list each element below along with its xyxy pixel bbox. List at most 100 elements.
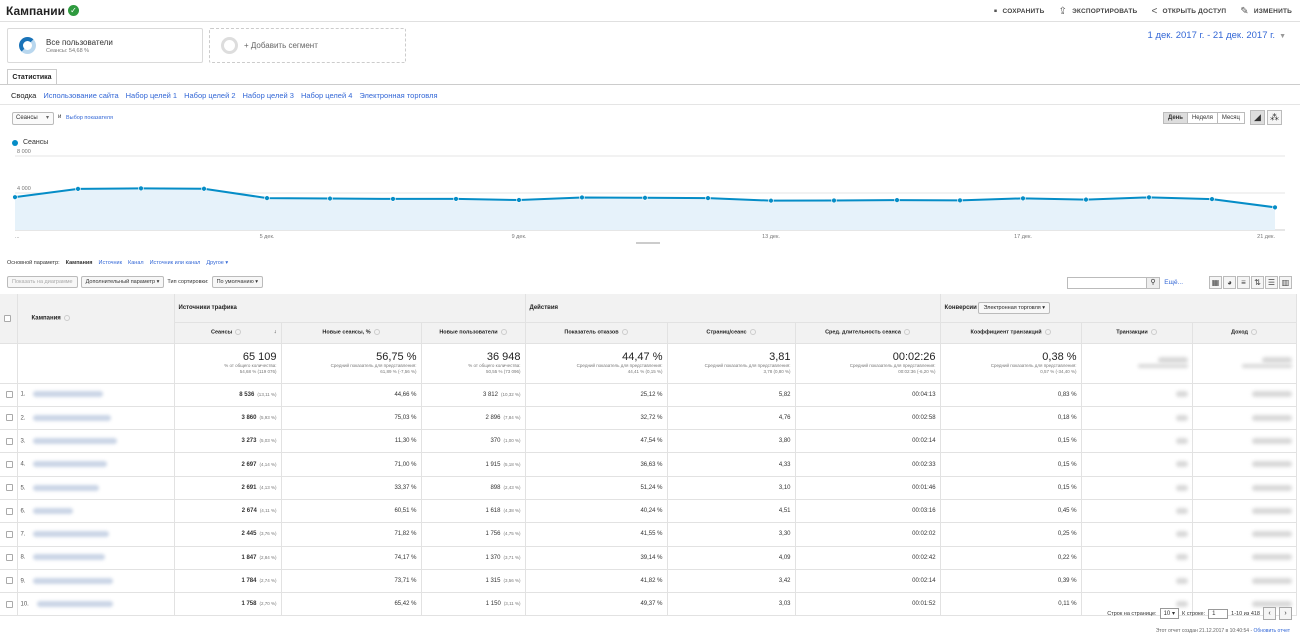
subtab-goal-set-2[interactable]: Набор целей 2 xyxy=(184,91,235,100)
share-button[interactable]: < ОТКРЫТЬ ДОСТУП xyxy=(1151,6,1226,17)
campaign-name-redacted[interactable] xyxy=(33,554,106,561)
subtab-goal-set-3[interactable]: Набор целей 3 xyxy=(243,91,294,100)
table-row: 5. 2 691 (4,13 %) 33,37 % 898 (2,43 %) 51,… xyxy=(0,476,1297,500)
dim-other[interactable]: Другое ▾ xyxy=(206,260,228,266)
subtab-summary[interactable]: Сводка xyxy=(11,91,36,100)
comparison-view-icon[interactable]: ⇅ xyxy=(1251,276,1264,289)
campaign-name-redacted[interactable] xyxy=(33,391,104,398)
search-icon[interactable]: ⚲ xyxy=(1146,277,1160,289)
row-checkbox[interactable] xyxy=(5,600,13,608)
totals-detail: 61,89 % (-7,56 %) xyxy=(380,369,417,374)
row-checkbox[interactable] xyxy=(5,554,13,562)
col-pages-per-session[interactable]: Страниц/сеанс xyxy=(667,322,796,344)
row-checkbox[interactable] xyxy=(5,484,13,492)
row-checkbox[interactable] xyxy=(5,530,13,538)
metric-select[interactable]: Сеансы xyxy=(12,112,54,125)
new-users-share: (1,00 %) xyxy=(503,438,521,444)
totals-detail: 00:02:36 (-6,20 %) xyxy=(898,369,936,374)
col-new-sessions[interactable]: Новые сеансы, % xyxy=(281,322,422,344)
performance-view-icon[interactable]: ≡ xyxy=(1237,276,1250,289)
row-checkbox[interactable] xyxy=(5,437,13,445)
campaign-name-redacted[interactable] xyxy=(33,414,112,421)
totals-value: 3,81 xyxy=(769,351,791,363)
conversion-type-select[interactable]: Электронная торговля ▾ xyxy=(978,301,1051,314)
campaign-name-redacted[interactable] xyxy=(33,484,100,491)
row-number: 3. xyxy=(20,438,26,445)
line-chart-icon[interactable]: ◢ xyxy=(1250,110,1265,125)
subtab-ecommerce[interactable]: Электронная торговля xyxy=(359,91,437,100)
row-checkbox[interactable] xyxy=(5,577,13,585)
col-transactions[interactable]: Транзакции xyxy=(1081,322,1193,344)
advanced-filter-link[interactable]: Ещё... xyxy=(1164,279,1183,286)
pivot-view-icon[interactable]: ▥ xyxy=(1279,276,1292,289)
dim-source[interactable]: Источник xyxy=(99,260,122,266)
totals-cell: 65 109 % от общего количества: 54,68 % (… xyxy=(174,343,282,384)
campaign-name-redacted[interactable] xyxy=(33,461,108,468)
pie-view-icon[interactable]: ◕ xyxy=(1223,276,1236,289)
campaign-name-redacted[interactable] xyxy=(33,577,114,584)
col-revenue[interactable]: Доход xyxy=(1192,322,1297,344)
sort-type-select[interactable]: По умолчанию ▾ xyxy=(211,276,264,288)
new-users-share: (4,75 %) xyxy=(503,531,521,537)
redacted-value xyxy=(1175,391,1188,398)
table-row: 6. 2 674 (4,11 %) 60,51 % 1 618 (4,38 %) 4… xyxy=(0,499,1297,524)
primary-dimension-label: Основной параметр: xyxy=(7,260,60,266)
prev-page-icon[interactable]: ‹ xyxy=(1263,607,1276,620)
sessions-cell: 3 860 (5,93 %) xyxy=(174,406,282,431)
col-avg-duration[interactable]: Сред. длительность сеанса xyxy=(795,322,941,344)
pages-per-session-cell: 3,42 xyxy=(667,569,796,594)
choose-metric-link[interactable]: Выбор показателя xyxy=(66,115,113,121)
dim-channel[interactable]: Канал xyxy=(128,260,144,266)
campaign-name-redacted[interactable] xyxy=(33,531,110,538)
row-checkbox[interactable] xyxy=(5,391,13,399)
subtab-goal-set-4[interactable]: Набор целей 4 xyxy=(301,91,352,100)
dim-campaign[interactable]: Кампания xyxy=(66,260,93,266)
campaign-name-redacted[interactable] xyxy=(33,507,74,514)
granularity-day[interactable]: День xyxy=(1162,112,1188,124)
edit-button[interactable]: ✎ ИЗМЕНИТЬ xyxy=(1240,6,1292,17)
redacted-value xyxy=(1175,507,1188,514)
tab-statistics[interactable]: Статистика xyxy=(7,69,57,85)
granularity-week[interactable]: Неделя xyxy=(1186,112,1218,124)
add-segment-button[interactable]: + Добавить сегмент xyxy=(209,28,406,63)
date-range-picker[interactable]: 1 дек. 2017 г. - 21 дек. 2017 г. ▼ xyxy=(1148,30,1286,41)
term-cloud-icon[interactable]: ☰ xyxy=(1265,276,1278,289)
sessions-value: 3 860 xyxy=(241,414,257,421)
data-point xyxy=(894,197,900,203)
col-bounce-rate[interactable]: Показатель отказов xyxy=(525,322,668,344)
row-number: 4. xyxy=(20,461,26,468)
subtab-goal-set-1[interactable]: Набор целей 1 xyxy=(126,91,177,100)
table-row: 7. 2 445 (3,76 %) 71,82 % 1 756 (4,75 %) 4… xyxy=(0,522,1297,547)
secondary-dimension-select[interactable]: Дополнительный параметр ▾ xyxy=(80,276,165,288)
export-button[interactable]: ⇪ ЭКСПОРТИРОВАТЬ xyxy=(1058,6,1137,17)
col-campaign[interactable]: Кампания xyxy=(17,294,175,344)
rows-per-page-select[interactable]: 10 ▾ xyxy=(1159,608,1179,619)
next-page-icon[interactable]: › xyxy=(1279,607,1292,620)
row-checkbox[interactable] xyxy=(5,461,13,468)
select-all-checkbox[interactable] xyxy=(4,314,11,322)
row-checkbox[interactable] xyxy=(5,414,13,422)
col-sessions-label: Сеансы xyxy=(211,329,233,336)
plot-rows-button[interactable]: Показать на диаграмме xyxy=(7,276,78,288)
dim-source-medium[interactable]: Источник или канал xyxy=(150,260,201,266)
granularity-month[interactable]: Месяц xyxy=(1216,112,1245,124)
motion-chart-icon[interactable]: ⁂ xyxy=(1267,110,1282,125)
segment-all-users[interactable]: Все пользователи Сеансы: 54,68 % xyxy=(7,28,203,63)
subtab-site-usage[interactable]: Использование сайта xyxy=(43,91,118,100)
transactions-cell-redacted xyxy=(1081,406,1193,431)
transactions-cell-redacted xyxy=(1081,429,1193,454)
goto-row-input[interactable]: 1 xyxy=(1208,608,1229,619)
table-search-input[interactable] xyxy=(1067,277,1147,289)
campaign-name-redacted[interactable] xyxy=(36,601,113,608)
refresh-report-link[interactable]: Обновить отчет xyxy=(1254,628,1291,634)
save-button[interactable]: ▪ СОХРАНИТЬ xyxy=(994,6,1045,17)
row-checkbox[interactable] xyxy=(5,507,13,515)
toolbar: ▪ СОХРАНИТЬ ⇪ ЭКСПОРТИРОВАТЬ < ОТКРЫТЬ ДОСТ… xyxy=(994,6,1292,17)
col-conversion-rate[interactable]: Коэффициент транзакций xyxy=(940,322,1082,344)
col-sessions[interactable]: Сеансы ↓ xyxy=(174,322,282,344)
new-sessions-cell: 11,30 % xyxy=(281,429,422,454)
campaign-name-redacted[interactable] xyxy=(33,437,118,444)
new-users-cell: 2 896 (7,84 %) xyxy=(421,406,526,431)
table-view-icon[interactable]: ▦ xyxy=(1209,276,1222,289)
col-new-users[interactable]: Новые пользователи xyxy=(421,322,526,344)
